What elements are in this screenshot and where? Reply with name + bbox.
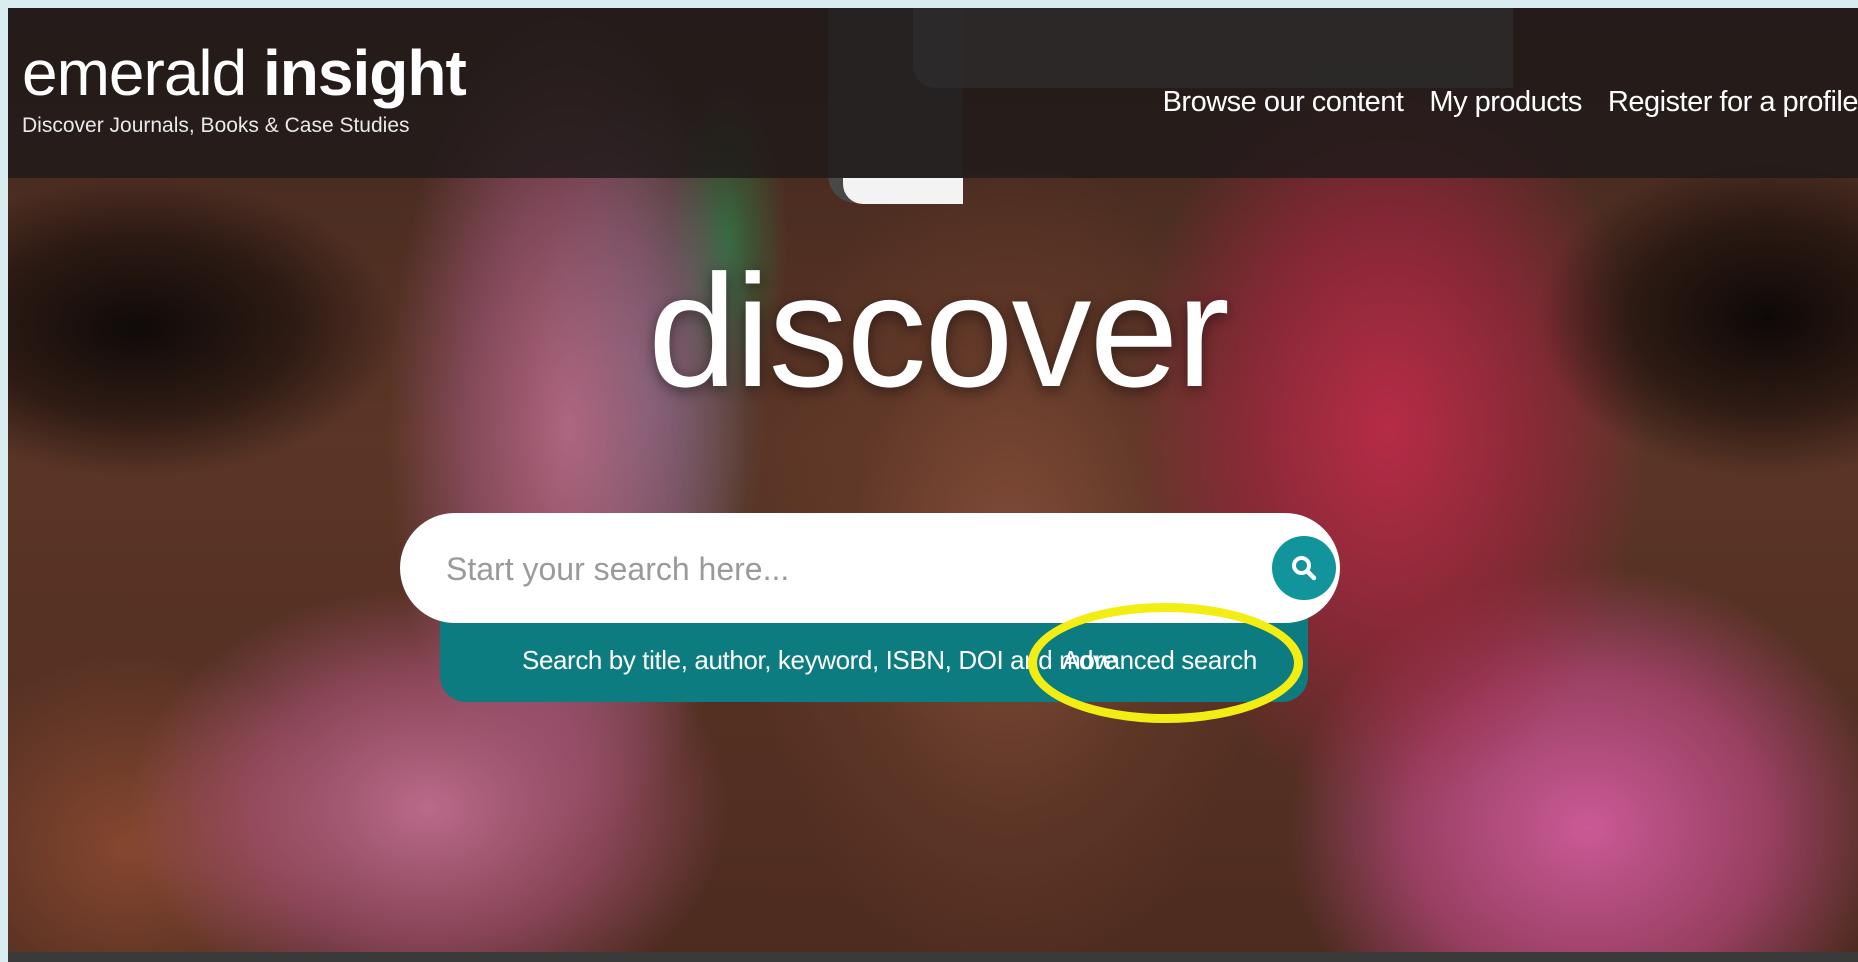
header-panel	[913, 8, 1513, 88]
search-icon	[1292, 556, 1317, 581]
hero-title: discover	[648, 241, 1230, 420]
search-box	[400, 513, 1340, 623]
search-button[interactable]	[1272, 536, 1336, 600]
logo-word-insight: insight	[263, 37, 467, 109]
site-header: emerald insight Discover Journals, Books…	[8, 8, 1858, 178]
search-input[interactable]	[444, 538, 1228, 600]
nav-my-products[interactable]: My products	[1429, 86, 1582, 119]
logo-wordmark: emerald insight	[22, 37, 467, 109]
logo-tagline: Discover Journals, Books & Case Studies	[22, 114, 410, 137]
page-frame: emerald insight Discover Journals, Books…	[8, 8, 1858, 962]
main-nav: Browse our content My products Register …	[1163, 86, 1858, 119]
nav-register-profile[interactable]: Register for a profile	[1608, 86, 1858, 119]
advanced-search-link[interactable]: Advanced search	[1062, 645, 1257, 676]
decorative-bracket-highlight	[843, 178, 963, 204]
search-hint-text: Search by title, author, keyword, ISBN, …	[522, 645, 1117, 675]
nav-browse-content[interactable]: Browse our content	[1163, 86, 1404, 119]
logo-word-emerald: emerald	[22, 37, 247, 109]
bottom-strip	[8, 952, 1858, 962]
site-logo[interactable]: emerald insight Discover Journals, Books…	[22, 37, 467, 138]
